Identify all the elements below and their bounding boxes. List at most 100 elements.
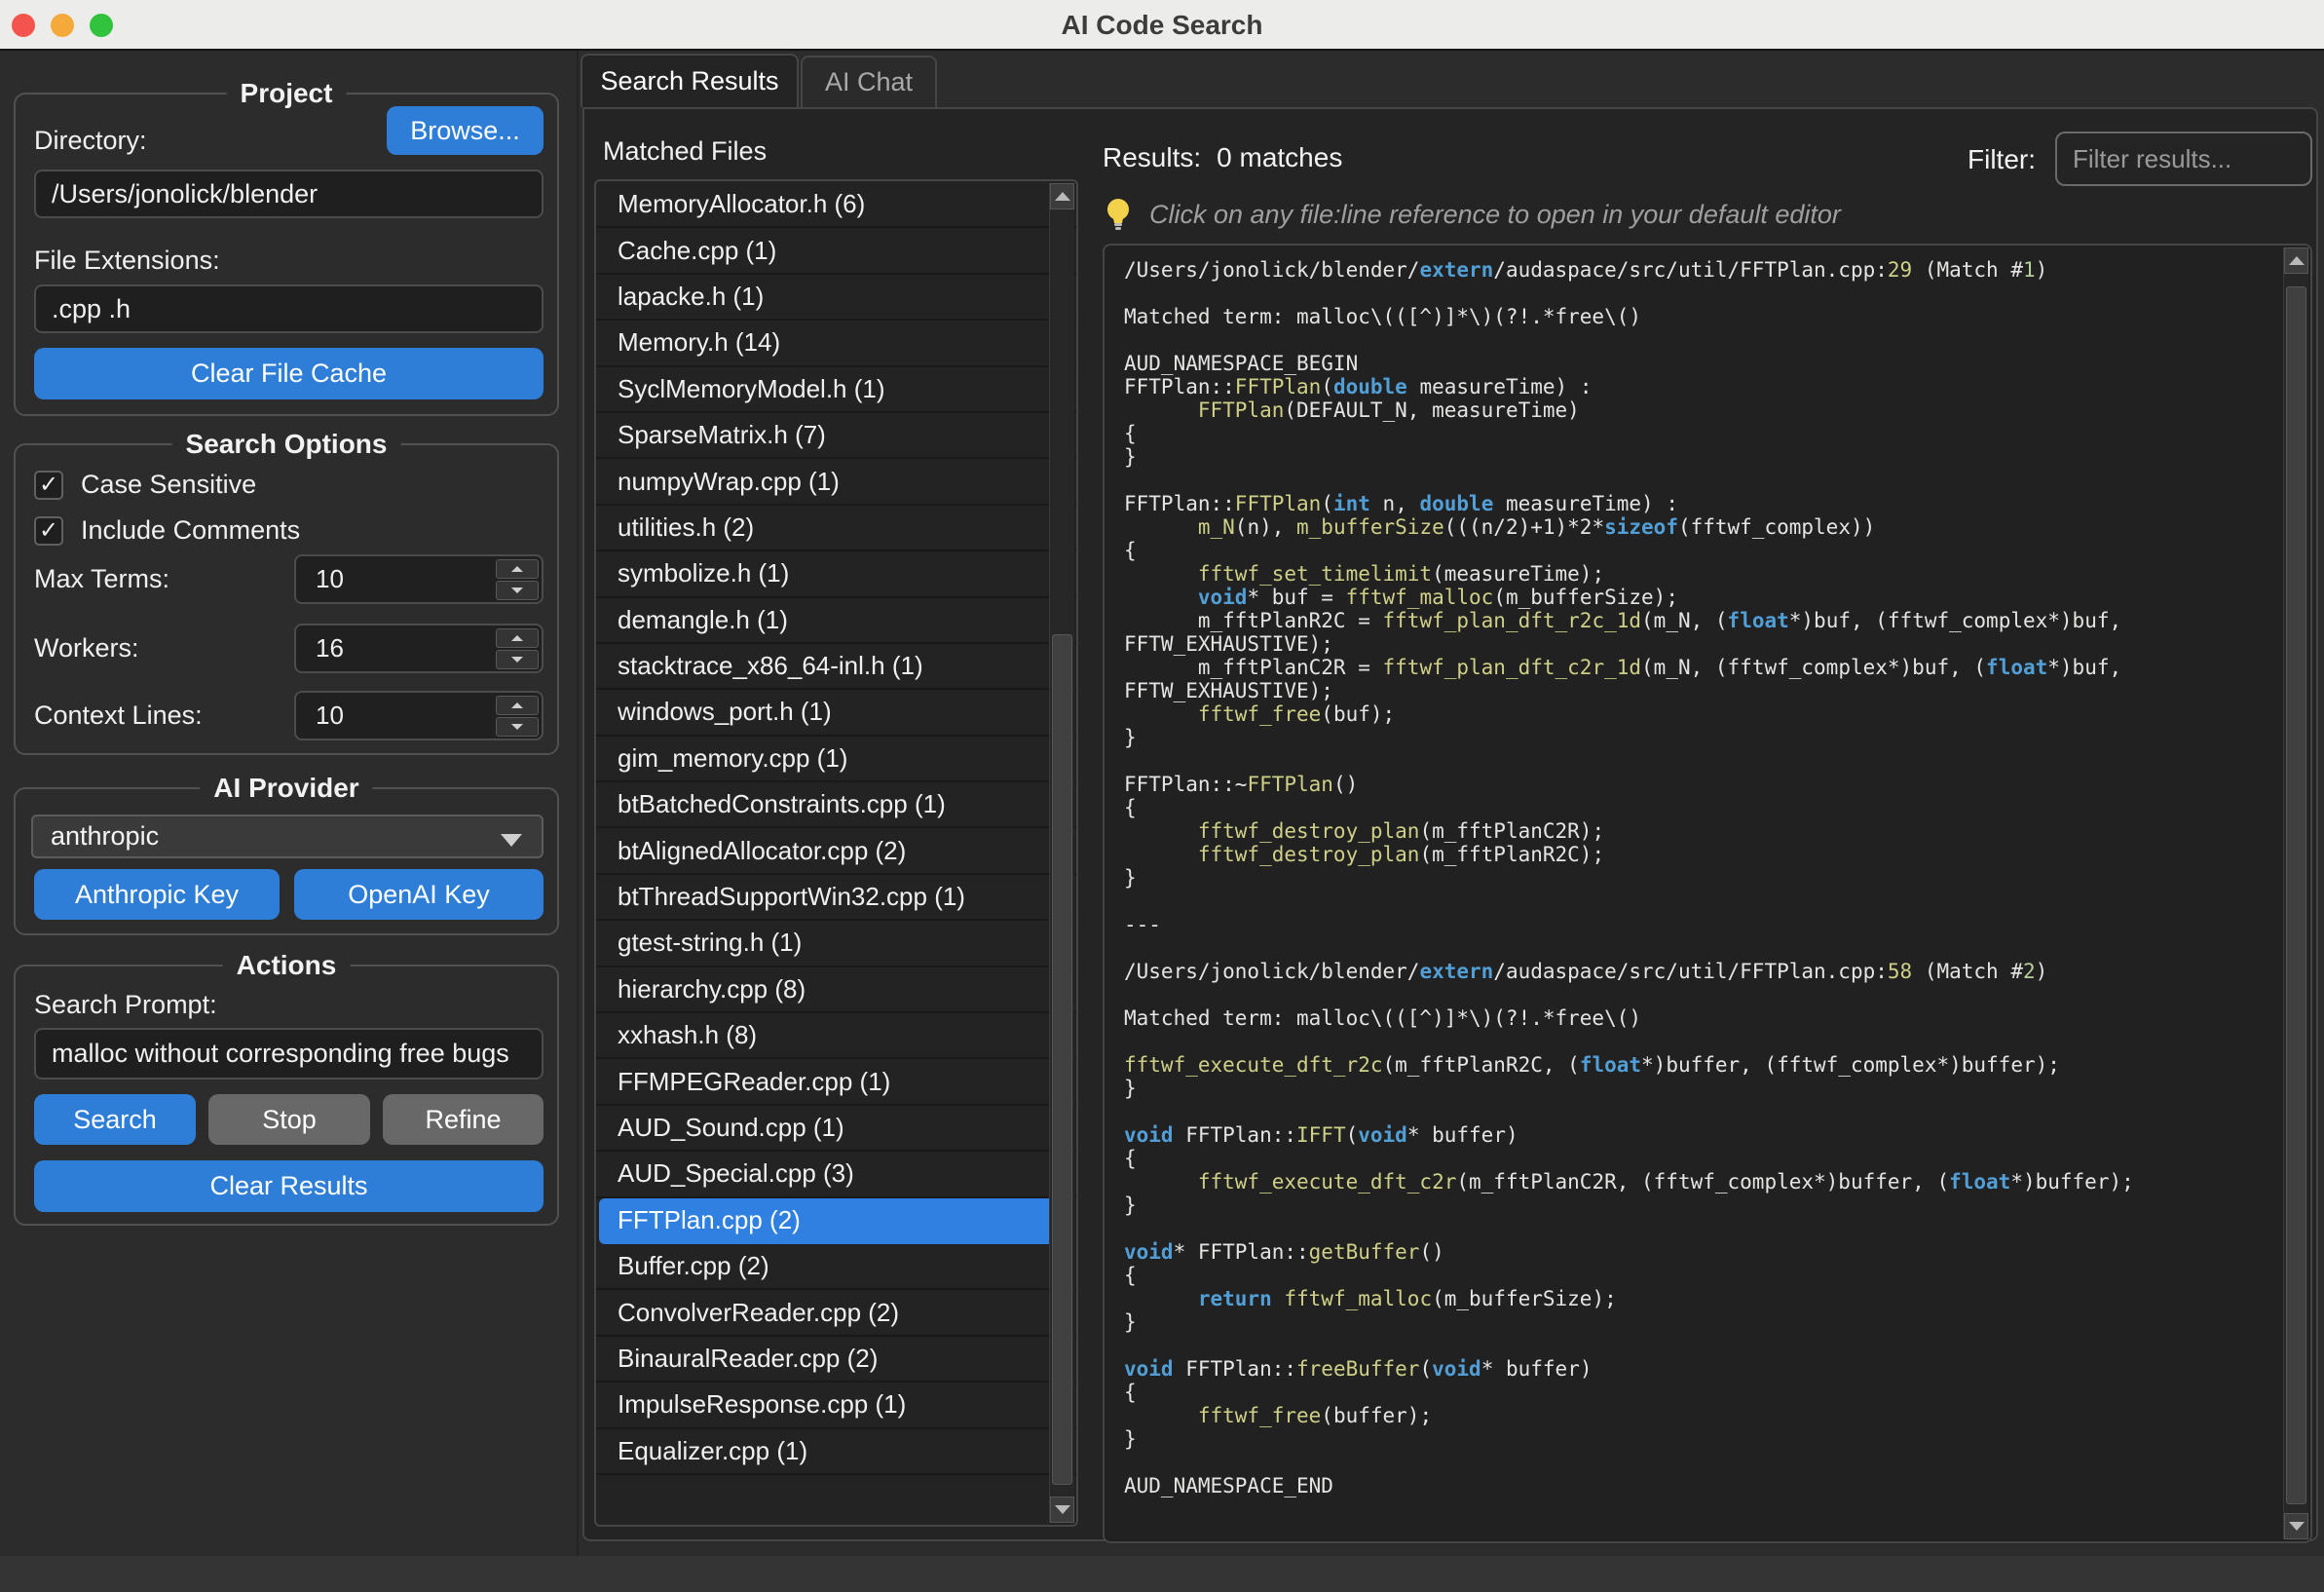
browse-button[interactable]: Browse... bbox=[387, 106, 544, 155]
clear-results-button[interactable]: Clear Results bbox=[34, 1160, 544, 1212]
code-line bbox=[1124, 1217, 2277, 1240]
file-list-item[interactable]: lapacke.h (1) bbox=[596, 275, 1076, 321]
file-row-label: hierarchy.cpp (8) bbox=[618, 974, 806, 1004]
spin-up-icon[interactable] bbox=[496, 696, 539, 715]
file-list-item[interactable]: btThreadSupportWin32.cpp (1) bbox=[596, 875, 1076, 921]
actions-group: Actions Search Prompt: Search Stop Refin… bbox=[14, 965, 559, 1226]
results-header: Results: 0 matches bbox=[1103, 142, 1342, 173]
file-list-item[interactable]: symbolize.h (1) bbox=[596, 551, 1076, 597]
file-list-item[interactable]: MemoryAllocator.h (6) bbox=[596, 182, 1076, 228]
case-sensitive-label: Case Sensitive bbox=[81, 470, 256, 500]
scroll-up-icon[interactable] bbox=[1050, 183, 1074, 209]
file-list-item[interactable]: hierarchy.cpp (8) bbox=[596, 967, 1076, 1013]
code-line bbox=[1124, 469, 2277, 492]
code-line bbox=[1124, 1334, 2277, 1357]
file-row-label: ConvolverReader.cpp (2) bbox=[618, 1298, 899, 1328]
code-line: FFTPlan(DEFAULT_N, measureTime) bbox=[1124, 398, 2277, 422]
lightbulb-icon bbox=[1103, 197, 1134, 232]
stop-button[interactable]: Stop bbox=[208, 1094, 370, 1145]
refine-button[interactable]: Refine bbox=[383, 1094, 544, 1145]
include-comments-checkbox[interactable]: ✓ bbox=[34, 516, 63, 546]
max-terms-row: Max Terms: 10 bbox=[34, 554, 544, 604]
file-list-item[interactable]: FFTPlan.cpp (2) bbox=[599, 1198, 1073, 1244]
openai-key-button[interactable]: OpenAI Key bbox=[294, 869, 544, 920]
file-extensions-input[interactable] bbox=[34, 284, 544, 333]
search-button[interactable]: Search bbox=[34, 1094, 196, 1145]
file-list-item[interactable]: Equalizer.cpp (1) bbox=[596, 1429, 1076, 1475]
directory-input[interactable] bbox=[34, 170, 544, 218]
tab-ai-chat[interactable]: AI Chat bbox=[801, 56, 937, 107]
scroll-down-icon[interactable] bbox=[2284, 1513, 2308, 1539]
file-list-item[interactable]: Buffer.cpp (2) bbox=[596, 1244, 1076, 1290]
chevron-down-icon bbox=[501, 834, 522, 847]
code-line bbox=[1124, 983, 2277, 1006]
case-sensitive-row: ✓ Case Sensitive bbox=[34, 470, 256, 500]
file-list-item[interactable]: Memory.h (14) bbox=[596, 321, 1076, 366]
file-row-label: gtest-string.h (1) bbox=[618, 928, 802, 958]
file-list-scrollbar-thumb[interactable] bbox=[1052, 634, 1072, 1485]
file-list-scrollbar[interactable] bbox=[1049, 183, 1074, 1523]
code-content[interactable]: /Users/jonolick/blender/extern/audaspace… bbox=[1124, 258, 2277, 1537]
file-list-item[interactable]: AUD_Special.cpp (3) bbox=[596, 1152, 1076, 1197]
max-terms-stepper[interactable]: 10 bbox=[294, 554, 544, 604]
max-terms-value: 10 bbox=[296, 564, 344, 594]
file-list-item[interactable]: SparseMatrix.h (7) bbox=[596, 413, 1076, 459]
file-list-item[interactable]: FFMPEGReader.cpp (1) bbox=[596, 1059, 1076, 1105]
file-row-label: windows_port.h (1) bbox=[618, 697, 832, 727]
workers-label: Workers: bbox=[34, 633, 139, 663]
file-list-item[interactable]: gim_memory.cpp (1) bbox=[596, 737, 1076, 782]
code-scrollbar[interactable] bbox=[2283, 247, 2308, 1539]
file-row-label: btAlignedAllocator.cpp (2) bbox=[618, 836, 906, 866]
file-list-item[interactable]: Cache.cpp (1) bbox=[596, 228, 1076, 274]
max-terms-label: Max Terms: bbox=[34, 564, 169, 594]
file-list-item[interactable]: demangle.h (1) bbox=[596, 598, 1076, 644]
scroll-down-icon[interactable] bbox=[1050, 1497, 1074, 1523]
ai-provider-group: AI Provider anthropic Anthropic Key Open… bbox=[14, 787, 559, 935]
filter-input[interactable] bbox=[2055, 132, 2312, 186]
context-lines-value: 10 bbox=[296, 701, 344, 731]
tab-search-results[interactable]: Search Results bbox=[581, 54, 799, 107]
search-prompt-input[interactable] bbox=[34, 1028, 544, 1080]
file-list-item[interactable]: BinauralReader.cpp (2) bbox=[596, 1337, 1076, 1383]
code-line bbox=[1124, 282, 2277, 305]
code-line bbox=[1124, 749, 2277, 773]
include-comments-row: ✓ Include Comments bbox=[34, 515, 300, 546]
project-group: Project Directory: Browse... File Extens… bbox=[14, 93, 559, 416]
code-line: /Users/jonolick/blender/extern/audaspace… bbox=[1124, 960, 2277, 983]
spin-up-icon[interactable] bbox=[496, 628, 539, 648]
spin-down-icon[interactable] bbox=[496, 717, 539, 737]
file-list-item[interactable]: ConvolverReader.cpp (2) bbox=[596, 1290, 1076, 1336]
file-row-label: Equalizer.cpp (1) bbox=[618, 1436, 807, 1466]
code-results-box[interactable]: /Users/jonolick/blender/extern/audaspace… bbox=[1103, 244, 2312, 1543]
matched-files-heading: Matched Files bbox=[603, 136, 767, 167]
code-line: void FFTPlan::freeBuffer(void* buffer) bbox=[1124, 1357, 2277, 1381]
case-sensitive-checkbox[interactable]: ✓ bbox=[34, 471, 63, 500]
file-list-item[interactable]: btBatchedConstraints.cpp (1) bbox=[596, 782, 1076, 828]
clear-file-cache-button[interactable]: Clear File Cache bbox=[34, 348, 544, 399]
file-row-label: ImpulseResponse.cpp (1) bbox=[618, 1389, 906, 1420]
file-list-item[interactable]: utilities.h (2) bbox=[596, 506, 1076, 551]
file-list-item[interactable]: gtest-string.h (1) bbox=[596, 921, 1076, 967]
anthropic-key-button[interactable]: Anthropic Key bbox=[34, 869, 280, 920]
code-line: m_fftPlanC2R = fftwf_plan_dft_c2r_1d(m_N… bbox=[1124, 656, 2277, 679]
ai-provider-select[interactable]: anthropic bbox=[31, 815, 544, 858]
file-list-item[interactable]: btAlignedAllocator.cpp (2) bbox=[596, 828, 1076, 874]
file-list-item[interactable]: xxhash.h (8) bbox=[596, 1013, 1076, 1059]
code-scrollbar-thumb[interactable] bbox=[2286, 286, 2306, 1504]
context-lines-stepper[interactable]: 10 bbox=[294, 691, 544, 740]
file-list-item[interactable]: windows_port.h (1) bbox=[596, 690, 1076, 736]
code-line: FFTPlan::FFTPlan(int n, double measureTi… bbox=[1124, 492, 2277, 515]
file-list-item[interactable]: SyclMemoryModel.h (1) bbox=[596, 367, 1076, 413]
file-list-item[interactable]: ImpulseResponse.cpp (1) bbox=[596, 1383, 1076, 1428]
file-list-item[interactable]: numpyWrap.cpp (1) bbox=[596, 459, 1076, 505]
file-row-label: Buffer.cpp (2) bbox=[618, 1251, 769, 1281]
scroll-up-icon[interactable] bbox=[2284, 247, 2308, 274]
file-list-item[interactable]: AUD_Sound.cpp (1) bbox=[596, 1106, 1076, 1152]
code-line: } bbox=[1124, 1077, 2277, 1100]
spin-down-icon[interactable] bbox=[496, 650, 539, 669]
workers-stepper[interactable]: 16 bbox=[294, 624, 544, 673]
file-list-item[interactable]: stacktrace_x86_64-inl.h (1) bbox=[596, 644, 1076, 690]
spin-up-icon[interactable] bbox=[496, 559, 539, 579]
spin-down-icon[interactable] bbox=[496, 581, 539, 600]
workers-value: 16 bbox=[296, 633, 344, 663]
